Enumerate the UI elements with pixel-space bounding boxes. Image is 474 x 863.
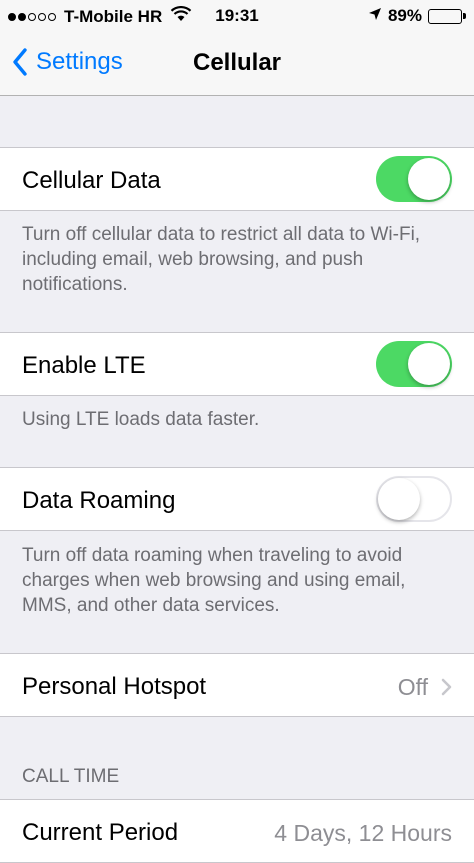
status-bar: T-Mobile HR 19:31 89% bbox=[0, 0, 474, 32]
current-period-value: 4 Days, 12 Hours bbox=[274, 820, 452, 846]
navigation-bar: Settings Cellular bbox=[0, 32, 474, 96]
chevron-right-icon bbox=[441, 678, 452, 696]
enable-lte-toggle[interactable] bbox=[376, 341, 452, 387]
enable-lte-row: Enable LTE bbox=[0, 332, 474, 396]
current-period-label: Current Period bbox=[22, 819, 179, 846]
cellular-data-label: Cellular Data bbox=[22, 167, 161, 194]
data-roaming-row: Data Roaming bbox=[0, 467, 474, 531]
personal-hotspot-label: Personal Hotspot bbox=[22, 673, 207, 700]
call-time-header: CALL TIME bbox=[22, 766, 120, 787]
status-right: 89% bbox=[368, 6, 466, 26]
enable-lte-label: Enable LTE bbox=[22, 352, 146, 379]
cellular-data-toggle[interactable] bbox=[376, 156, 452, 202]
enable-lte-footer: Using LTE loads data faster. bbox=[22, 409, 260, 430]
current-period-row: Current Period 4 Days, 12 Hours bbox=[0, 799, 474, 863]
data-roaming-toggle[interactable] bbox=[376, 476, 452, 522]
battery-percent: 89% bbox=[387, 6, 422, 25]
cellular-data-footer: Turn off cellular data to restrict all d… bbox=[22, 224, 421, 295]
cellular-data-row: Cellular Data bbox=[0, 147, 474, 211]
personal-hotspot-row[interactable]: Personal Hotspot Off bbox=[0, 653, 474, 717]
location-arrow-icon bbox=[368, 6, 382, 26]
page-title: Cellular bbox=[192, 49, 282, 76]
data-roaming-label: Data Roaming bbox=[22, 487, 176, 514]
personal-hotspot-value: Off bbox=[397, 674, 428, 700]
data-roaming-footer: Turn off data roaming when traveling to … bbox=[22, 545, 406, 616]
battery-icon bbox=[428, 8, 466, 24]
